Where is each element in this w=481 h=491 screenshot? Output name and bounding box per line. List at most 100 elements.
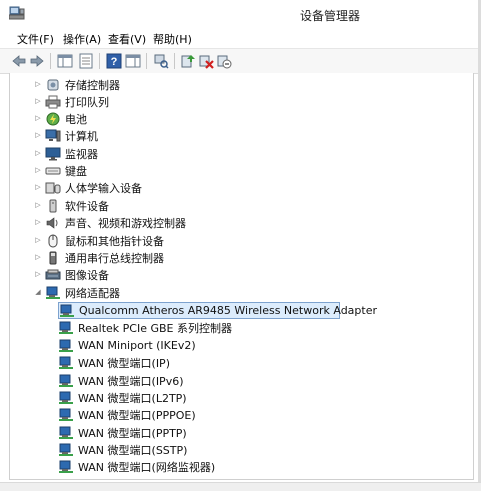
expand-chevron-icon[interactable]: ▷ (34, 270, 42, 278)
category-label: 网络适配器 (65, 286, 120, 300)
sound-icon (46, 216, 58, 229)
device-label: WAN 微型端口(PPTP) (78, 426, 187, 440)
category-label: 人体学输入设备 (65, 181, 142, 195)
usb-icon (49, 251, 57, 264)
tree-category-print-queues[interactable]: 打印队列 (45, 93, 109, 110)
window-title: 设备管理器 (299, 9, 360, 23)
category-label: 电池 (65, 112, 87, 126)
hid-icon (45, 182, 61, 193)
network-adapter-icon (59, 426, 73, 439)
device-label: WAN 微型端口(PPPOE) (78, 408, 196, 422)
device-label: WAN 微型端口(IP) (78, 356, 170, 370)
software-device-icon (49, 199, 57, 212)
storage-controller-icon (47, 79, 59, 90)
device-label: Qualcomm Atheros AR9485 Wireless Network… (79, 304, 377, 317)
category-label: 鼠标和其他指针设备 (65, 234, 164, 248)
tree-category-software-devices[interactable]: 软件设备 (45, 197, 109, 214)
category-label: 键盘 (65, 164, 87, 178)
category-label: 通用串行总线控制器 (65, 251, 164, 265)
category-label: 软件设备 (65, 199, 109, 213)
menu-bar: 文件(F) 操作(A) 查看(V) 帮助(H) (0, 29, 481, 47)
monitor-icon (45, 147, 61, 160)
help-icon[interactable]: ? (106, 53, 122, 69)
device-label: WAN 微型端口(IPv6) (78, 374, 184, 388)
network-adapter-item[interactable]: WAN 微型端口(网络监视器) (58, 458, 215, 475)
tree-category-mice[interactable]: 鼠标和其他指针设备 (45, 232, 164, 249)
tree-category-usb-controllers[interactable]: 通用串行总线控制器 (45, 249, 164, 266)
tree-category-human-interface-devices[interactable]: 人体学输入设备 (45, 179, 142, 196)
expand-chevron-icon[interactable]: ▷ (34, 114, 42, 122)
properties-icon[interactable] (78, 53, 94, 69)
tree-category-imaging-devices[interactable]: 图像设备 (45, 266, 109, 283)
tree-category-sound-video-game-controllers[interactable]: 声音、视频和游戏控制器 (45, 214, 186, 231)
tree-category-network-adapters[interactable]: 网络适配器 (45, 284, 120, 301)
category-label: 声音、视频和游戏控制器 (65, 216, 186, 230)
device-label: WAN 微型端口(网络监视器) (78, 460, 216, 474)
category-label: 监视器 (65, 147, 98, 161)
imaging-device-icon (45, 269, 61, 279)
back-arrow-icon[interactable] (11, 53, 27, 69)
scan-hardware-changes-icon[interactable] (153, 53, 169, 69)
computer-icon (45, 129, 61, 141)
device-label: Realtek PCIe GBE 系列控制器 (78, 321, 232, 335)
category-label: 存储控制器 (65, 78, 120, 92)
tree-category-storage-controllers[interactable]: 存储控制器 (45, 76, 120, 93)
expand-chevron-icon[interactable]: ▷ (34, 201, 42, 209)
expand-chevron-icon[interactable]: ▷ (34, 97, 42, 105)
network-adapter-icon (59, 339, 73, 352)
category-label: 计算机 (65, 129, 98, 143)
tree-category-batteries[interactable]: 电池 (45, 110, 87, 127)
tree-category-computer[interactable]: 计算机 (45, 127, 98, 144)
toolbar-separator (174, 53, 175, 69)
menu-view[interactable]: 查看(V) (108, 31, 146, 47)
keyboard-icon (45, 167, 61, 174)
network-adapter-item[interactable]: Realtek PCIe GBE 系列控制器 (58, 319, 232, 336)
device-label: WAN 微型端口(L2TP) (78, 391, 187, 405)
menu-action[interactable]: 操作(A) (63, 31, 101, 47)
expand-chevron-icon[interactable]: ▷ (34, 183, 42, 191)
menu-help[interactable]: 帮助(H) (153, 31, 192, 47)
network-adapter-item[interactable]: WAN 微型端口(L2TP) (58, 389, 187, 406)
network-adapter-item[interactable]: WAN 微型端口(IPv6) (58, 372, 184, 389)
device-label: WAN Miniport (IKEv2) (78, 339, 196, 352)
printer-icon (45, 95, 61, 108)
toolbar: ? (0, 48, 481, 74)
tree-category-keyboards[interactable]: 键盘 (45, 162, 87, 179)
expand-chevron-icon[interactable]: ▷ (34, 149, 42, 157)
expand-chevron-icon[interactable]: ▷ (34, 218, 42, 226)
network-adapter-item[interactable]: Qualcomm Atheros AR9485 Wireless Network… (58, 302, 377, 319)
network-adapter-item[interactable]: WAN 微型端口(IP) (58, 354, 170, 371)
network-adapter-item[interactable]: WAN 微型端口(PPPOE) (58, 406, 196, 423)
expand-chevron-icon[interactable]: ▷ (34, 253, 42, 261)
expand-chevron-icon[interactable]: ▷ (34, 80, 42, 88)
category-label: 打印队列 (65, 95, 109, 109)
expand-chevron-icon[interactable]: ▷ (34, 131, 42, 139)
network-adapter-icon (59, 391, 73, 404)
collapse-chevron-icon[interactable]: ◢ (34, 288, 42, 296)
svg-text:?: ? (111, 56, 118, 68)
show-hide-console-tree-icon[interactable] (57, 53, 73, 69)
network-adapter-icon (60, 304, 74, 317)
network-adapter-icon (59, 374, 73, 387)
network-adapter-item[interactable]: WAN 微型端口(PPTP) (58, 424, 187, 441)
battery-icon (46, 112, 60, 125)
toolbar-separator (50, 53, 51, 69)
action-pane-icon[interactable] (125, 53, 141, 69)
title-bar: 设备管理器 (0, 0, 481, 26)
forward-arrow-icon[interactable] (29, 53, 45, 69)
expand-chevron-icon[interactable]: ▷ (34, 236, 42, 244)
network-adapter-item[interactable]: WAN Miniport (IKEv2) (58, 337, 196, 354)
expand-chevron-icon[interactable]: ▷ (34, 166, 42, 174)
uninstall-device-icon[interactable] (198, 53, 214, 69)
toolbar-separator (99, 53, 100, 69)
update-driver-icon[interactable] (180, 53, 196, 69)
tree-category-monitors[interactable]: 监视器 (45, 145, 98, 162)
network-adapter-icon (59, 408, 73, 421)
network-adapter-icon (59, 443, 73, 456)
disable-device-icon[interactable] (216, 53, 232, 69)
network-adapter-icon (59, 356, 73, 369)
network-adapter-icon (59, 321, 73, 334)
network-adapter-item[interactable]: WAN 微型端口(SSTP) (58, 441, 187, 458)
toolbar-separator (146, 53, 147, 69)
menu-file[interactable]: 文件(F) (17, 31, 54, 47)
